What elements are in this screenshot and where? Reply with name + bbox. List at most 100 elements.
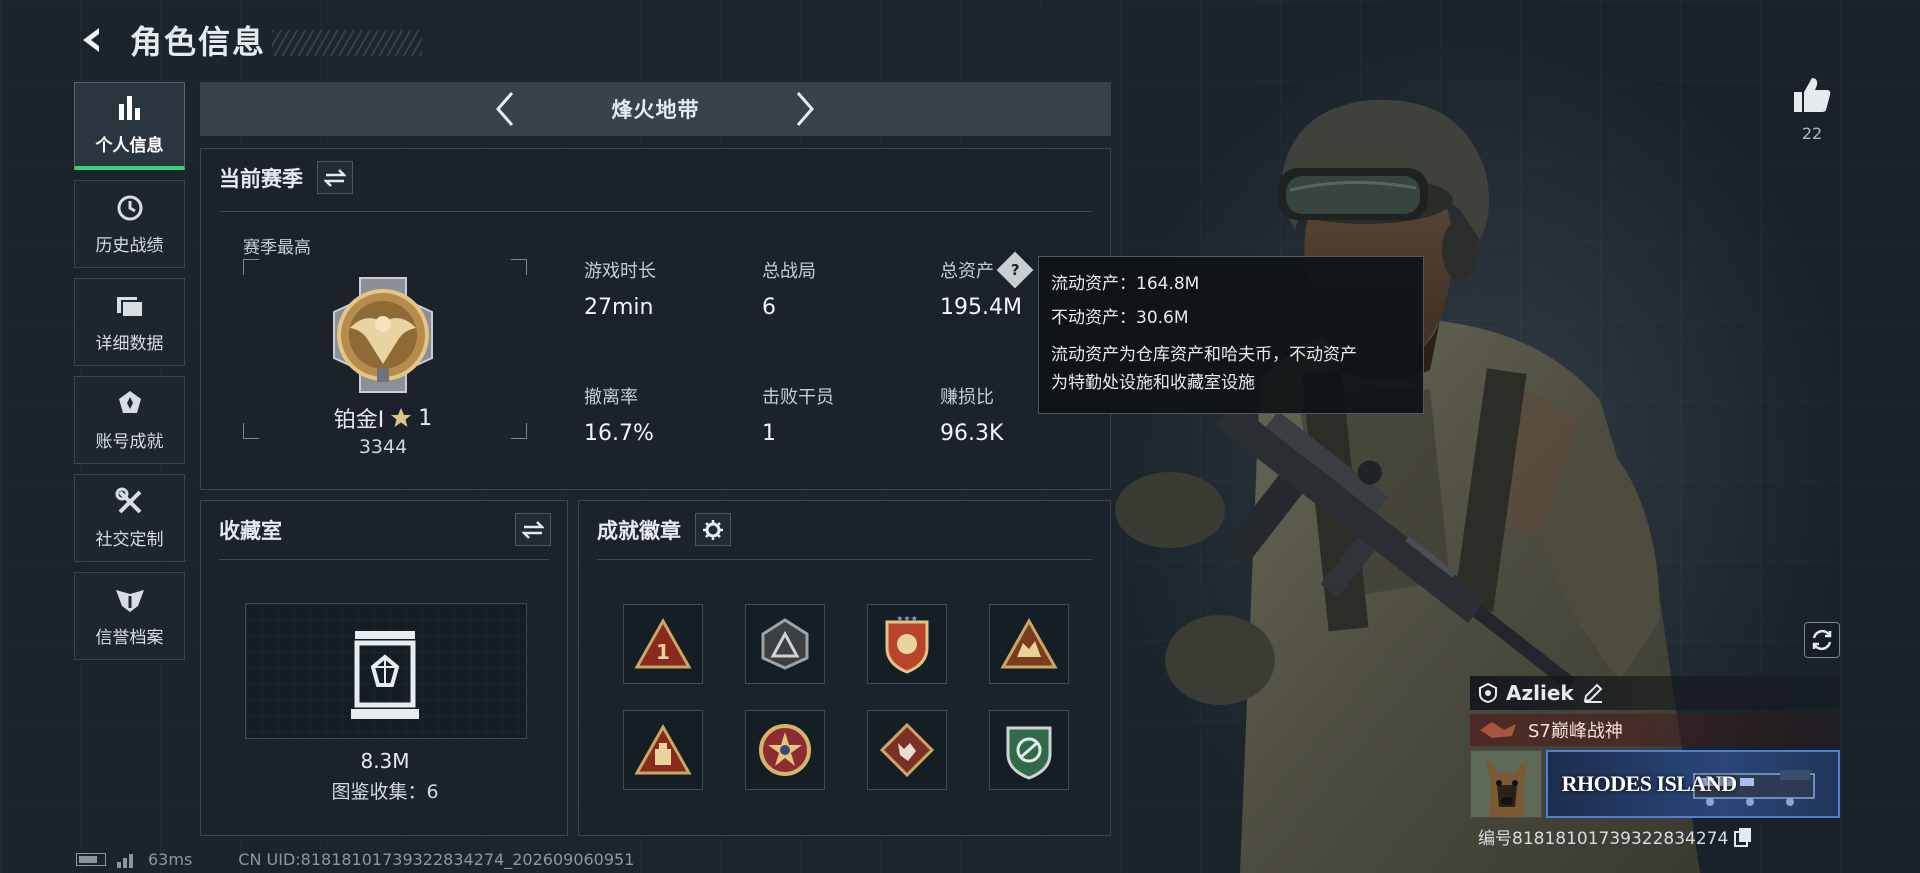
- achievement-badge[interactable]: [745, 710, 825, 790]
- sidebar-item-achievements[interactable]: 账号成就: [74, 376, 185, 464]
- achievement-badge[interactable]: [623, 710, 703, 790]
- rank-name-row: 铂金Ⅰ 1: [255, 402, 511, 434]
- gear-icon: [703, 519, 723, 540]
- avatar[interactable]: [1470, 750, 1542, 818]
- stat-value: 6: [762, 295, 776, 320]
- achievements-settings-button[interactable]: [695, 513, 731, 546]
- stat-total-matches: 总战局 6: [762, 257, 816, 320]
- assets-tooltip: 流动资产：164.8M 不动资产：30.6M 流动资产为仓库资产和哈夫币，不动资…: [1038, 256, 1424, 414]
- stat-label: 赚损比: [940, 387, 994, 408]
- shield-wings-icon: [114, 585, 146, 615]
- sidebar-item-detailed-data[interactable]: 详细数据: [74, 278, 185, 366]
- refresh-icon: [1812, 629, 1832, 651]
- stat-label: 撤离率: [584, 387, 638, 408]
- title-decoration: [272, 30, 423, 56]
- edit-pencil-icon[interactable]: [1582, 682, 1604, 704]
- ping-text: 63ms: [148, 850, 193, 869]
- sidebar-item-label: 个人信息: [95, 136, 164, 156]
- stat-label: 游戏时长: [584, 261, 656, 282]
- mode-title: 烽火地带: [611, 98, 700, 122]
- page-title: 角色信息: [130, 23, 267, 61]
- star-icon: [391, 408, 412, 427]
- mode-selector: 烽火地带: [200, 82, 1111, 136]
- folder-icon: [115, 291, 145, 321]
- stat-label: 总资产 ?: [940, 251, 1034, 289]
- refresh-button[interactable]: [1804, 622, 1840, 658]
- stat-operators-defeated: 击败干员 1: [762, 383, 834, 446]
- sidebar-item-history[interactable]: 历史战绩: [74, 180, 185, 268]
- rank-stars: 1: [418, 405, 433, 431]
- achievement-badge[interactable]: [867, 710, 947, 790]
- sidebar-item-label: 历史战绩: [95, 235, 164, 256]
- chevron-right-icon: [796, 92, 814, 126]
- collection-panel: 收藏室 8.3M 图鉴收集：6: [200, 500, 568, 836]
- sidebar-item-social-custom[interactable]: 社交定制: [74, 474, 185, 562]
- badge-shield-icon: ★★★: [885, 614, 929, 674]
- status-footer: 63ms CN UID:818181017393228342​74_202609…: [76, 850, 634, 869]
- tooltip-description-line1: 流动资产为仓库资产和哈夫币，不动资产: [1051, 345, 1357, 365]
- season-best-label: 赛季最高: [243, 238, 311, 258]
- collection-panel-header: 收藏室: [219, 513, 551, 546]
- mode-next-button[interactable]: [784, 88, 826, 130]
- tooltip-description-line2: 为特勤处设施和收藏室设施: [1051, 373, 1255, 393]
- stat-total-assets: 总资产 ? 195.4M: [940, 251, 1034, 320]
- footer-uid: CN UID:818181017393228342​74_20260906095…: [238, 850, 635, 869]
- sidebar-item-personal-info[interactable]: 个人信息: [74, 82, 185, 170]
- help-icon[interactable]: ?: [996, 251, 1034, 289]
- svg-text:★★★: ★★★: [896, 614, 918, 623]
- player-banner[interactable]: RHODES ISLAND: [1545, 750, 1840, 818]
- rank-emblem-icon: [333, 277, 433, 393]
- player-name-row: Azliek: [1470, 676, 1840, 710]
- svg-text:1: 1: [656, 640, 670, 664]
- achievement-badge[interactable]: [745, 604, 825, 684]
- player-badge-icon: [1479, 683, 1497, 703]
- back-button[interactable]: [72, 20, 112, 60]
- stat-label-text: 总资产: [940, 261, 994, 282]
- bar-chart-icon: [115, 93, 145, 123]
- chevron-left-icon: [496, 92, 514, 126]
- sidebar-item-reputation[interactable]: 信誉档案: [74, 572, 185, 660]
- achievement-badge[interactable]: [989, 710, 1069, 790]
- card-row: RHODES ISLAND: [1470, 750, 1840, 818]
- collection-switch-button[interactable]: [515, 513, 551, 546]
- collection-title: 收藏室: [219, 518, 282, 543]
- collection-value: 8.3M: [360, 749, 410, 773]
- profile-card: Azliek S7巅峰战神 RHODES ISLAND 编号8181810173…: [1470, 676, 1840, 849]
- badge-star-emblem-icon: [759, 724, 811, 776]
- banner-text: RHODES ISLAND: [1561, 771, 1738, 796]
- tooltip-fixed-assets: 不动资产：30.6M: [1051, 308, 1189, 328]
- season-switch-button[interactable]: [317, 161, 353, 194]
- player-title-row: S7巅峰战神: [1470, 714, 1840, 746]
- badge-triangle-icon: [761, 618, 809, 670]
- achievement-badge[interactable]: 1: [623, 604, 703, 684]
- player-id-row: 编号818181017393228342​74: [1470, 824, 1840, 849]
- like-button[interactable]: 22: [1788, 76, 1836, 143]
- stat-value: 1: [762, 421, 776, 446]
- sidebar: 个人信息 历史战绩 详细数据 账号成就 社交定制 信誉档案: [74, 82, 185, 670]
- badge-wolf-icon: [879, 722, 935, 778]
- page-header: 角色信息: [72, 18, 423, 62]
- achievement-badge[interactable]: ★★★: [867, 604, 947, 684]
- swap-arrows-icon: [324, 168, 346, 187]
- badge-fortress-icon: [634, 723, 692, 775]
- stat-extraction-rate: 撤离率 16.7%: [584, 383, 654, 446]
- achievement-badge[interactable]: [989, 604, 1069, 684]
- stat-value: 195.4M: [940, 295, 1022, 320]
- battery-icon: [76, 853, 106, 866]
- season-title: 当前赛季: [219, 166, 303, 191]
- medal-icon: [115, 389, 145, 419]
- thumbs-up-icon: [1794, 78, 1831, 112]
- copy-icon[interactable]: [1734, 827, 1752, 847]
- achievements-panel-header: 成就徽章: [597, 513, 731, 546]
- player-title: S7巅峰战神: [1528, 721, 1623, 742]
- divider: [219, 559, 549, 560]
- achievements-title: 成就徽章: [597, 518, 681, 543]
- like-count: 22: [1801, 124, 1823, 143]
- stat-profit-loss-ratio: 赚损比 96.3K: [940, 383, 1003, 446]
- sidebar-item-label: 信誉档案: [95, 627, 164, 648]
- swap-arrows-icon: [522, 520, 544, 539]
- stat-value: 27min: [584, 295, 654, 320]
- rank-name: 铂金Ⅰ: [333, 408, 385, 433]
- mode-prev-button[interactable]: [484, 88, 526, 130]
- display-case-icon: [351, 631, 419, 719]
